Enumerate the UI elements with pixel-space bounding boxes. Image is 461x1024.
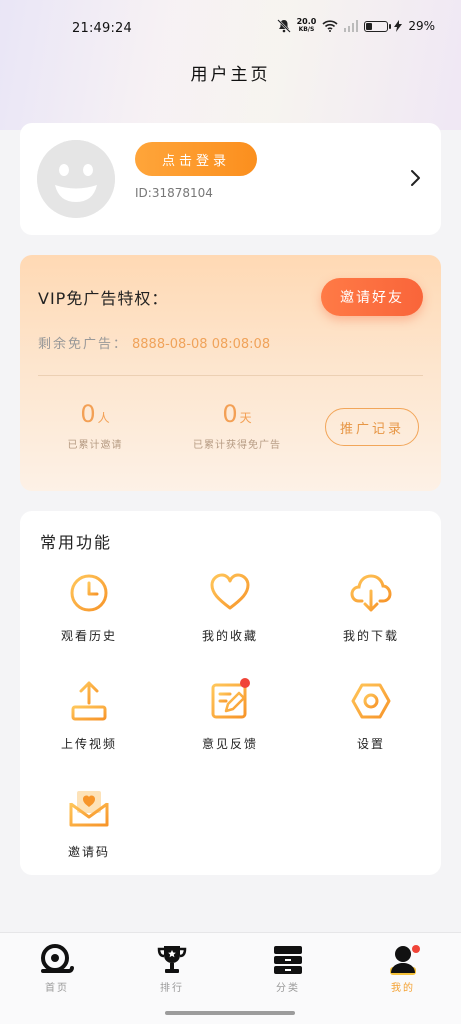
tab-label: 排行 [160,983,184,994]
stat-label: 已累计邀请 [67,440,123,451]
user-card[interactable]: 点击登录 ID:31878104 [20,123,441,235]
divider [38,375,423,376]
battery-level [366,22,373,30]
stat-value: 0 [80,400,96,428]
home-snail-icon [41,944,74,973]
cloud-download-icon [350,574,392,612]
function-label: 设置 [356,737,385,751]
feedback-item[interactable]: 意见反馈 [170,678,290,752]
function-label: 上传视频 [60,737,117,751]
function-label: 意见反馈 [201,737,258,751]
upload-icon [71,681,107,721]
stat-unit: 人 [97,411,110,425]
tab-category[interactable]: 分类 [258,943,318,994]
section-title: 常用功能 [40,533,113,552]
smiley-avatar-icon [37,140,115,218]
function-label: 邀请码 [67,845,110,859]
trophy-icon [157,946,187,973]
common-functions-card: 常用功能 观看历史 我的收藏 我的下载 上传视频 意见反馈 设置 邀请码 [20,511,441,875]
clock-icon [70,574,108,612]
login-button[interactable]: 点击登录 [135,142,257,176]
user-id: ID:31878104 [135,186,213,200]
battery-icon [364,20,392,32]
stat-unit: 天 [239,411,252,425]
function-label: 我的下载 [342,629,399,643]
status-time: 21:49:24 [72,21,132,36]
category-box-icon [274,946,302,974]
page-title: 用户主页 [190,65,271,85]
net-speed: 20.0 KB/S [296,17,317,34]
my-downloads-item[interactable]: 我的下载 [311,571,431,644]
home-indicator[interactable] [165,1011,295,1015]
ad-free-days-stat: 0天 已累计获得免广告 [162,400,312,451]
hexagon-settings-icon [351,683,391,719]
upload-video-item[interactable]: 上传视频 [29,679,149,752]
chevron-right-icon[interactable] [409,168,423,188]
heart-icon [210,573,250,610]
tab-ranking[interactable]: 排行 [142,943,202,994]
invite-count-stat: 0人 已累计邀请 [20,400,170,451]
charging-icon [394,20,403,32]
tab-label: 首页 [45,983,69,994]
envelope-heart-icon [69,791,109,827]
tab-label: 我的 [391,983,415,994]
wifi-icon [322,20,338,32]
avatar[interactable] [37,140,115,218]
promotion-records-button[interactable]: 推广记录 [325,408,419,446]
watch-history-item[interactable]: 观看历史 [29,571,149,644]
vip-card: VIP免广告特权： 邀请好友 剩余免广告： 8888-08-08 08:08:08… [20,255,441,491]
stat-value: 0 [222,400,238,428]
invite-code-item[interactable]: 邀请码 [29,787,149,860]
remaining-value: 8888-08-08 08:08:08 [132,337,271,352]
battery-percent: 29% [408,19,435,33]
notification-dot [412,945,420,953]
settings-item[interactable]: 设置 [311,679,431,752]
function-label: 我的收藏 [201,629,258,643]
function-label: 观看历史 [60,629,117,643]
tab-home[interactable]: 首页 [27,943,87,994]
stat-label: 已累计获得免广告 [193,440,281,451]
remaining-ad-free: 剩余免广告： 8888-08-08 08:08:08 [38,333,270,352]
notification-dot [240,678,250,688]
tab-label: 分类 [276,983,300,994]
mute-bell-icon [276,19,291,33]
my-favorites-item[interactable]: 我的收藏 [170,571,290,644]
vip-title: VIP免广告特权： [38,289,169,308]
status-bar: 21:49:24 20.0 KB/S 29% [0,0,461,58]
remaining-label: 剩余免广告： [38,337,129,352]
signal-icon [344,20,359,32]
invite-friends-button[interactable]: 邀请好友 [321,278,423,316]
tab-mine[interactable]: 我的 [373,943,433,994]
status-icons: 20.0 KB/S 29% [276,17,435,34]
